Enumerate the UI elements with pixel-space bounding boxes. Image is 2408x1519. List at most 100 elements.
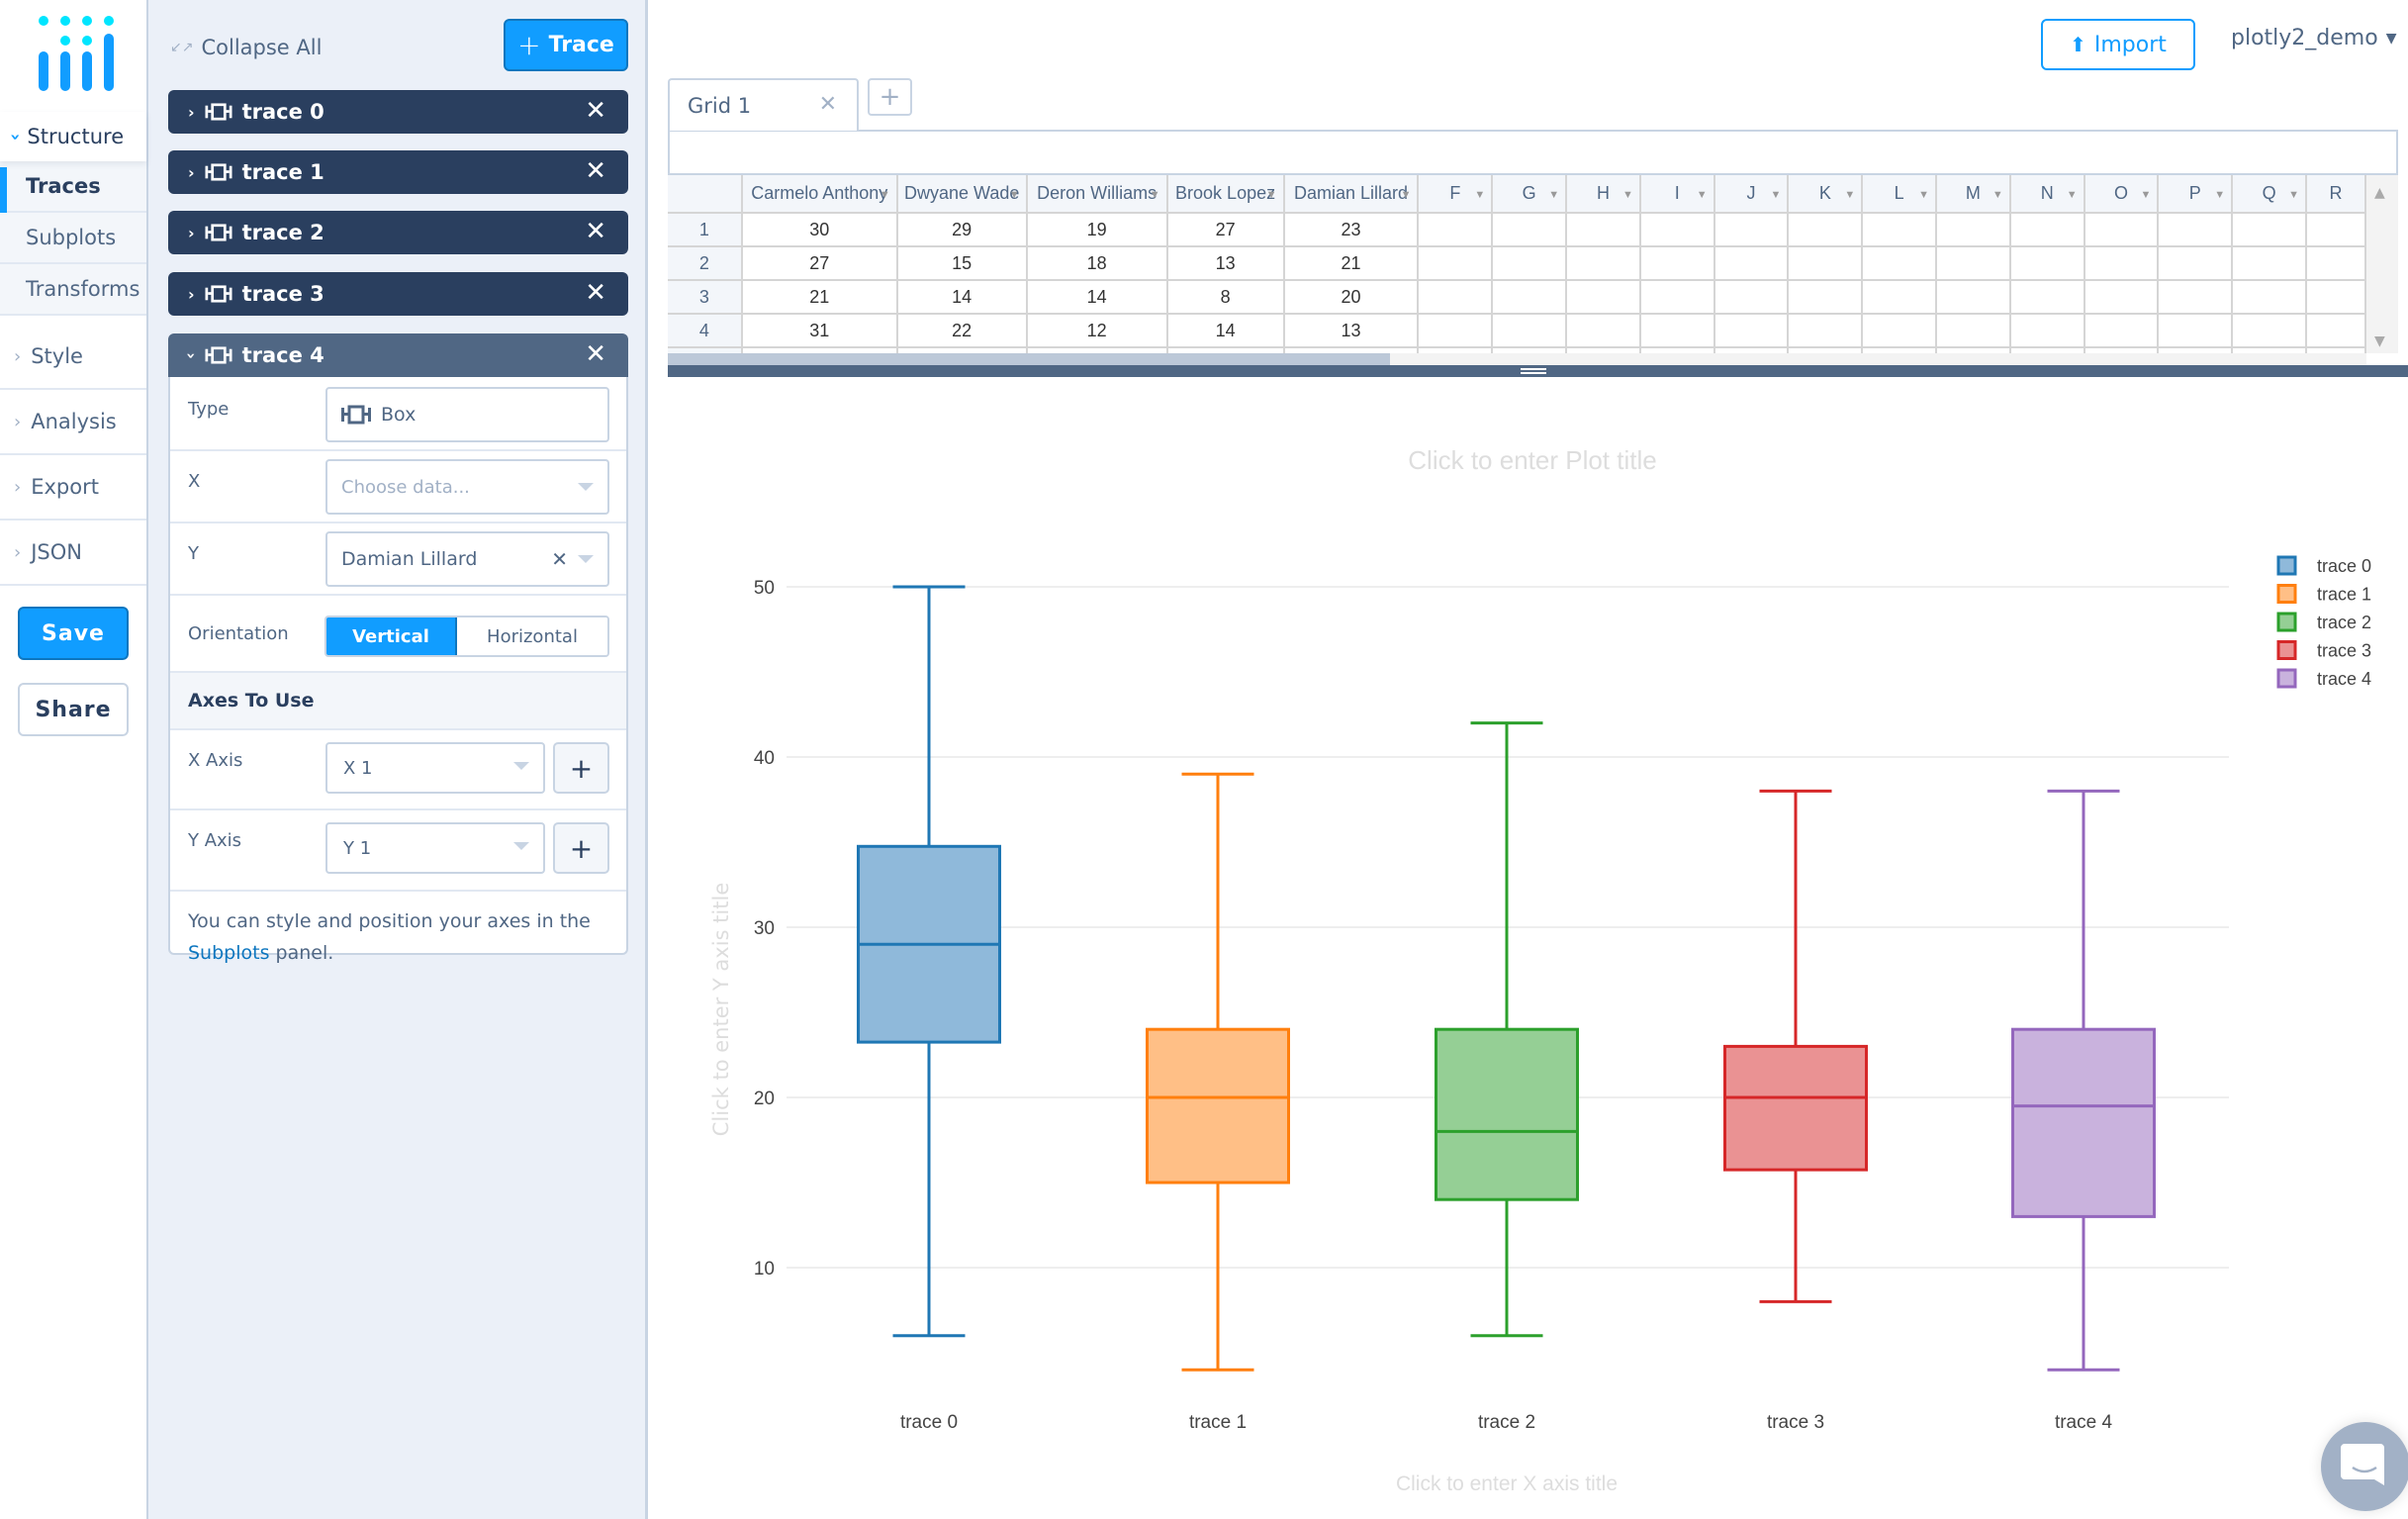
nav-item-traces[interactable]: Traces <box>0 161 146 213</box>
grid-cell[interactable] <box>1417 245 1494 281</box>
delete-trace-icon[interactable]: ✕ <box>585 217 606 246</box>
y-axis-select[interactable]: Y 1 <box>325 822 545 874</box>
row-header[interactable]: 1 <box>668 212 743 247</box>
column-menu-icon[interactable]: ▼ <box>1697 189 1708 201</box>
column-menu-icon[interactable]: ▼ <box>1771 189 1782 201</box>
grid-cell[interactable] <box>1417 313 1494 348</box>
box-4[interactable] <box>2011 1027 2156 1218</box>
plot-title[interactable]: Click to enter Plot title <box>1408 445 1656 475</box>
legend-swatch[interactable] <box>2276 640 2297 660</box>
close-tab-icon[interactable]: ✕ <box>819 92 837 117</box>
legend-label[interactable]: trace 1 <box>2317 585 2371 605</box>
column-menu-icon[interactable]: ▼ <box>1150 189 1160 201</box>
grid-vertical-scrollbar[interactable]: ▲ ▼ <box>2366 175 2398 353</box>
column-header[interactable]: L ▼ <box>1861 175 1937 214</box>
grid-cell[interactable]: 22 <box>895 313 1028 348</box>
grid-cell[interactable] <box>1713 279 1790 315</box>
column-header[interactable]: H ▼ <box>1565 175 1641 214</box>
grid-cell[interactable] <box>1787 212 1864 247</box>
column-menu-icon[interactable]: ▼ <box>2214 189 2225 201</box>
grid-cell[interactable] <box>2231 313 2307 348</box>
column-menu-icon[interactable]: ▼ <box>1622 189 1633 201</box>
orientation-vertical[interactable]: Vertical <box>326 617 457 655</box>
grid-cell[interactable] <box>1935 313 2011 348</box>
grid-cell[interactable] <box>1861 212 1937 247</box>
legend-swatch[interactable] <box>2276 668 2297 689</box>
grid-cell[interactable] <box>2008 245 2085 281</box>
grid-cell[interactable] <box>2231 245 2307 281</box>
grid-cell[interactable]: 14 <box>1165 313 1285 348</box>
add-y-axis-button[interactable]: + <box>553 822 609 874</box>
grid-cell[interactable]: 13 <box>1165 245 1285 281</box>
grid-cell[interactable]: 14 <box>895 279 1028 315</box>
grid-cell[interactable] <box>2083 279 2160 315</box>
row-header[interactable]: 4 <box>668 313 743 348</box>
column-header[interactable]: Dwyane Wade ▼ <box>895 175 1028 214</box>
x-axis-select[interactable]: X 1 <box>325 742 545 794</box>
grid-cell[interactable] <box>1935 245 2011 281</box>
legend-swatch[interactable] <box>2276 584 2297 604</box>
column-menu-icon[interactable]: ▼ <box>880 189 890 201</box>
grid-cell[interactable] <box>1638 212 1715 247</box>
grid-cell[interactable] <box>1491 279 1568 315</box>
grid-cell[interactable]: 27 <box>740 245 898 281</box>
box-1[interactable] <box>1146 1027 1290 1185</box>
column-header[interactable]: J ▼ <box>1713 175 1790 214</box>
grid-cell[interactable] <box>2231 279 2307 315</box>
nav-item-json[interactable]: › JSON <box>0 521 146 586</box>
column-header[interactable]: N ▼ <box>2008 175 2085 214</box>
grid-cell[interactable]: 23 <box>1282 212 1420 247</box>
grid-cell[interactable] <box>2157 245 2234 281</box>
grid-cell[interactable] <box>2008 279 2085 315</box>
box-3[interactable] <box>1723 1044 1868 1172</box>
nav-item-export[interactable]: › Export <box>0 455 146 521</box>
column-menu-icon[interactable]: ▼ <box>1992 189 2003 201</box>
grid-cell[interactable]: 12 <box>1025 313 1168 348</box>
import-button[interactable]: ⬆ Import <box>2041 19 2195 70</box>
delete-trace-icon[interactable]: ✕ <box>585 96 606 126</box>
column-menu-icon[interactable]: ▼ <box>1844 189 1855 201</box>
chat-support-button[interactable] <box>2321 1422 2408 1511</box>
x-data-select[interactable]: Choose data... <box>325 459 609 515</box>
grid-cell[interactable]: 15 <box>895 245 1028 281</box>
grid-cell[interactable]: 20 <box>1282 279 1420 315</box>
grid-cell[interactable] <box>1417 212 1494 247</box>
grid-cell[interactable] <box>1638 313 1715 348</box>
grid-cell[interactable]: 8 <box>1165 279 1285 315</box>
orientation-horizontal[interactable]: Horizontal <box>457 617 607 655</box>
grid-cell[interactable] <box>2231 212 2307 247</box>
column-header[interactable]: Brook Lopez ▼ <box>1165 175 1285 214</box>
scroll-thumb[interactable] <box>668 353 1390 365</box>
legend-swatch[interactable] <box>2276 612 2297 632</box>
grid-cell[interactable] <box>1638 279 1715 315</box>
grid-cell[interactable] <box>2083 212 2160 247</box>
nav-structure[interactable]: › Structure <box>0 112 146 161</box>
legend-label[interactable]: trace 2 <box>2317 613 2371 632</box>
grid-cell[interactable] <box>1713 212 1790 247</box>
grid-cell[interactable] <box>2008 212 2085 247</box>
y-axis-title[interactable]: Click to enter Y axis title <box>709 883 733 1136</box>
row-header[interactable]: 3 <box>668 279 743 315</box>
grid-cell[interactable] <box>2008 313 2085 348</box>
grid-cell[interactable] <box>1565 279 1641 315</box>
column-header[interactable]: O ▼ <box>2083 175 2160 214</box>
grid-cell[interactable] <box>1787 313 1864 348</box>
scroll-down-icon[interactable]: ▼ <box>2374 333 2385 349</box>
grid-cell[interactable] <box>1935 279 2011 315</box>
add-x-axis-button[interactable]: + <box>553 742 609 794</box>
column-header[interactable]: K ▼ <box>1787 175 1864 214</box>
grid-cell[interactable] <box>1861 245 1937 281</box>
nav-item-transforms[interactable]: Transforms <box>0 264 146 316</box>
scroll-up-icon[interactable]: ▲ <box>2374 185 2385 201</box>
column-header[interactable]: F ▼ <box>1417 175 1494 214</box>
delete-trace-icon[interactable]: ✕ <box>585 156 606 186</box>
grid-cell[interactable]: 31 <box>740 313 898 348</box>
grid-cell[interactable]: 13 <box>1282 313 1420 348</box>
legend-label[interactable]: trace 0 <box>2317 556 2371 576</box>
box-2[interactable] <box>1435 1027 1579 1201</box>
save-button[interactable]: Save <box>18 607 129 660</box>
grid-cell[interactable] <box>1638 245 1715 281</box>
legend-label[interactable]: trace 3 <box>2317 641 2371 661</box>
row-header[interactable]: 2 <box>668 245 743 281</box>
delete-trace-icon[interactable]: ✕ <box>585 278 606 308</box>
